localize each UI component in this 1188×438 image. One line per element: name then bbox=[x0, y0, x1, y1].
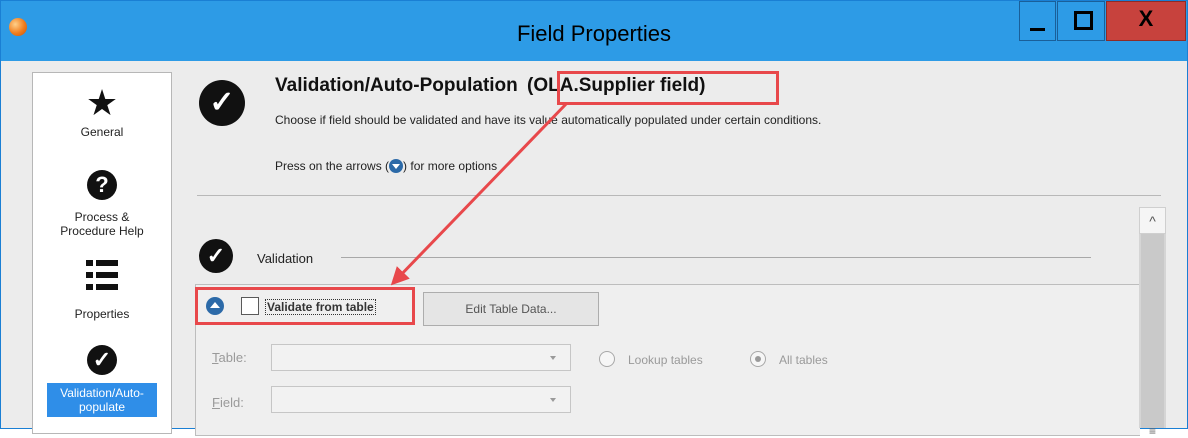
close-icon: X bbox=[1138, 6, 1154, 31]
minimize-icon bbox=[1030, 28, 1045, 31]
dialog-body: ★ General ? Process & Procedure Help Pro… bbox=[1, 61, 1187, 437]
title-bar[interactable]: Field Properties X bbox=[1, 1, 1187, 61]
callout-arrow bbox=[390, 101, 569, 286]
maximize-button[interactable] bbox=[1057, 1, 1105, 41]
window-title: Field Properties bbox=[516, 21, 672, 46]
field-properties-window: Field Properties X ★ General ? Process &… bbox=[0, 0, 1188, 437]
minimize-button[interactable] bbox=[1019, 1, 1056, 41]
close-button[interactable]: X bbox=[1106, 1, 1186, 41]
maximize-icon bbox=[1074, 11, 1093, 30]
